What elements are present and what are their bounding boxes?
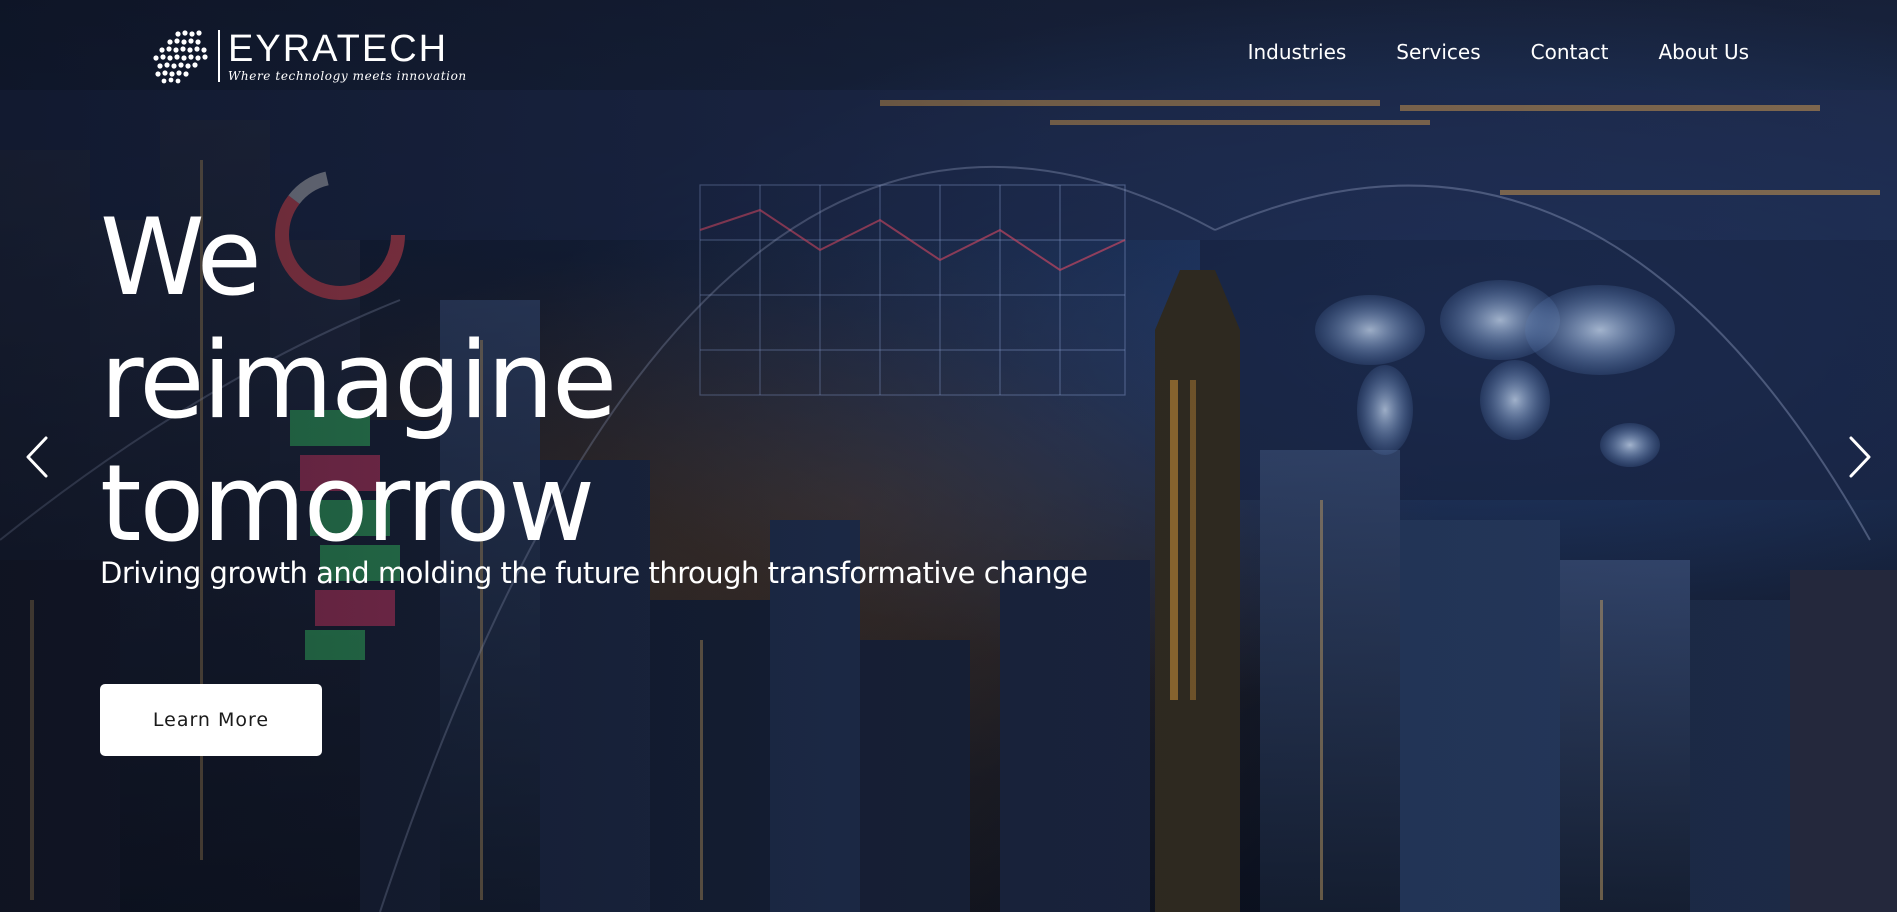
hero-subheadline: Driving growth and molding the future th… [100,556,1088,590]
headline-line-3: tomorrow [100,442,595,565]
nav-about-us[interactable]: About Us [1658,40,1749,64]
carousel-next-button[interactable] [1839,432,1879,482]
logo-tagline: Where technology meets innovation [228,69,467,83]
learn-more-button[interactable]: Learn More [100,684,322,756]
logo-name: EYRATECH [228,28,449,70]
main-nav: Industries Services Contact About Us [1248,40,1749,64]
hero-headline: We reimagine tomorrow [100,196,617,565]
nav-industries[interactable]: Industries [1248,40,1347,64]
site-header: EYRATECH Where technology meets innovati… [0,0,1897,110]
logo-divider [218,30,220,82]
chevron-right-icon [1849,436,1871,478]
chevron-left-icon [26,436,48,478]
logo-text: EYRATECH Where technology meets innovati… [228,29,467,83]
hero-banner: EYRATECH Where technology meets innovati… [0,0,1897,912]
headline-line-2: reimagine [100,319,617,442]
headline-line-1: We [100,196,262,319]
nav-contact[interactable]: Contact [1531,40,1609,64]
logo-mark-icon [153,30,208,84]
nav-services[interactable]: Services [1396,40,1480,64]
carousel-prev-button[interactable] [18,432,58,482]
site-logo[interactable]: EYRATECH Where technology meets innovati… [150,28,467,84]
